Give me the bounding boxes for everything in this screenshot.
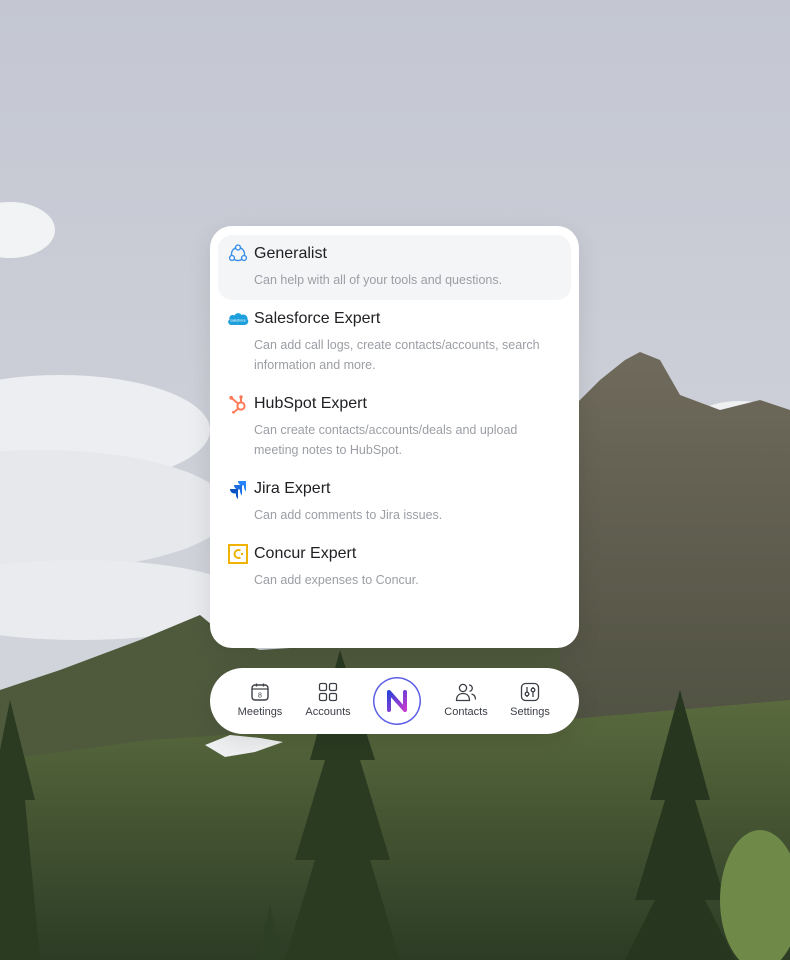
agent-option-hubspot[interactable]: HubSpot Expert Can create contacts/accou… <box>218 385 571 470</box>
agent-title: Concur Expert <box>254 545 357 562</box>
nav-meetings[interactable]: 8 Meetings <box>229 682 291 718</box>
nav-contacts[interactable]: Contacts <box>435 682 497 718</box>
hubspot-icon <box>227 393 249 415</box>
generalist-icon <box>227 243 249 265</box>
salesforce-icon: salesforce <box>227 308 249 330</box>
agent-option-generalist[interactable]: Generalist Can help with all of your too… <box>218 235 571 300</box>
agent-title: Salesforce Expert <box>254 310 381 327</box>
agent-title: HubSpot Expert <box>254 395 367 412</box>
nav-label-accounts: Accounts <box>305 706 351 718</box>
brand-logo-icon <box>387 690 407 712</box>
agent-option-jira[interactable]: Jira Expert Can add comments to Jira iss… <box>218 470 571 535</box>
agent-title: Jira Expert <box>254 480 331 497</box>
svg-text:salesforce: salesforce <box>230 319 246 323</box>
agent-description: Can add call logs, create contacts/accou… <box>254 338 540 372</box>
agent-description: Can add expenses to Concur. <box>254 573 419 587</box>
nav-label-contacts: Contacts <box>444 706 488 718</box>
agent-description: Can create contacts/accounts/deals and u… <box>254 423 518 457</box>
contacts-icon <box>455 683 477 702</box>
nav-accounts[interactable]: Accounts <box>297 682 359 718</box>
agent-option-concur[interactable]: Concur Expert Can add expenses to Concur… <box>218 535 571 600</box>
nav-label-meetings: Meetings <box>237 706 283 718</box>
calendar-icon: 8 <box>251 683 269 701</box>
agent-option-salesforce[interactable]: salesforce Salesforce Expert Can add cal… <box>218 300 571 385</box>
jira-icon <box>227 478 249 500</box>
agent-selector-panel: Generalist Can help with all of your too… <box>210 226 579 648</box>
agent-title: Generalist <box>254 245 327 262</box>
concur-icon <box>227 543 249 565</box>
agent-description: Can help with all of your tools and ques… <box>254 273 503 287</box>
grid-icon <box>318 682 338 702</box>
agent-description: Can add comments to Jira issues. <box>254 508 443 522</box>
calendar-day: 8 <box>258 693 262 700</box>
nav-settings[interactable]: Settings <box>499 682 561 718</box>
settings-sliders-icon <box>520 682 540 702</box>
bottom-nav-bar: 8 Meetings Accounts Contacts Settings <box>210 668 579 734</box>
assistant-logo-button[interactable] <box>373 677 421 725</box>
nav-label-settings: Settings <box>510 706 550 718</box>
